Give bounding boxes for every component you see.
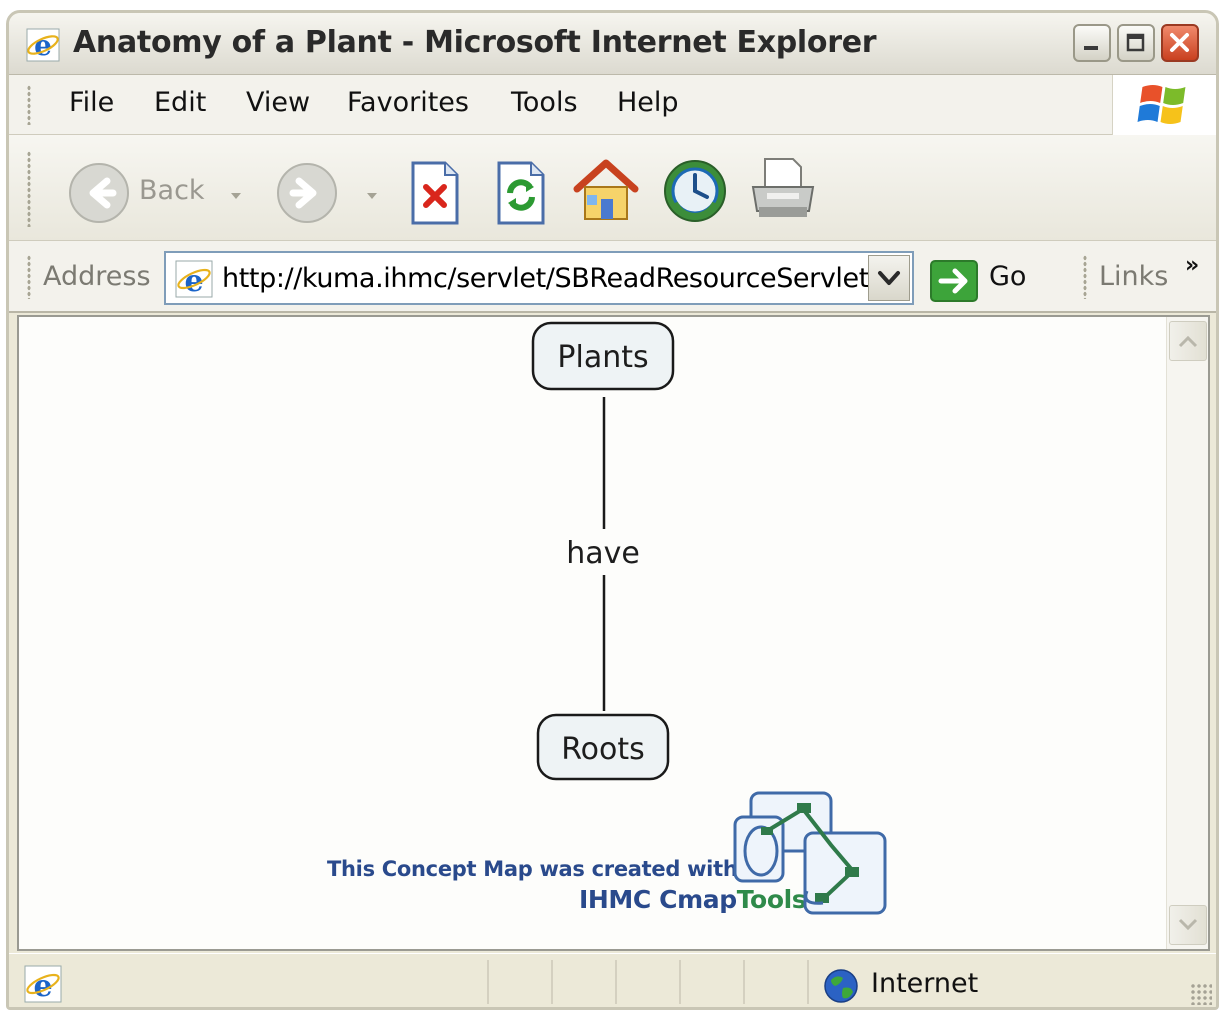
- menu-grip[interactable]: [27, 85, 31, 125]
- links-chevron-button[interactable]: »: [1185, 253, 1199, 278]
- concept-label-roots: Roots: [561, 732, 645, 767]
- menu-edit[interactable]: Edit: [154, 87, 206, 118]
- credit-text: This Concept Map was created with: [327, 857, 738, 881]
- status-bar: e Internet: [9, 953, 1216, 1007]
- credit-brand-name: IHMC Cmap: [579, 885, 737, 914]
- address-dropdown-button[interactable]: [868, 255, 910, 301]
- close-icon: [1170, 33, 1189, 52]
- page-status-icon: e: [24, 965, 62, 1004]
- scroll-up-button[interactable]: [1169, 321, 1207, 361]
- chevron-down-icon: [1178, 918, 1198, 931]
- title-bar[interactable]: e Anatomy of a Plant - Microsoft Interne…: [9, 13, 1216, 75]
- window-title: Anatomy of a Plant - Microsoft Internet …: [73, 25, 877, 60]
- cmaptools-logo-icon[interactable]: [731, 787, 891, 917]
- ie-icon: e: [26, 28, 60, 62]
- address-url[interactable]: http://kuma.ihmc/servlet/SBReadResourceS…: [222, 263, 869, 294]
- links-grip[interactable]: [1083, 255, 1087, 299]
- concept-node-roots[interactable]: Roots: [536, 713, 670, 781]
- standard-toolbar: Back: [9, 135, 1216, 241]
- minimize-button[interactable]: [1073, 24, 1111, 62]
- address-label: Address: [43, 261, 151, 292]
- concept-node-plants[interactable]: Plants: [531, 321, 675, 391]
- chevron-up-icon: [1178, 335, 1198, 348]
- back-icon[interactable]: [67, 161, 131, 225]
- menu-help[interactable]: Help: [617, 87, 679, 118]
- links-button[interactable]: Links: [1099, 261, 1168, 292]
- resize-grip[interactable]: [1190, 983, 1212, 1005]
- back-dropdown-arrow-icon[interactable]: [231, 193, 241, 199]
- status-pane-divider: [551, 960, 553, 1004]
- windows-logo-icon: [1137, 85, 1186, 124]
- refresh-icon[interactable]: [493, 159, 549, 227]
- status-pane-divider: [807, 960, 809, 1004]
- page-content: Plants have Roots This Concept Map was c…: [17, 315, 1210, 951]
- stop-icon[interactable]: [407, 159, 463, 227]
- scroll-down-button[interactable]: [1169, 905, 1207, 945]
- menu-file[interactable]: File: [69, 87, 114, 118]
- linking-phrase[interactable]: have: [566, 536, 640, 571]
- forward-dropdown-arrow-icon[interactable]: [367, 193, 377, 199]
- back-label[interactable]: Back: [139, 175, 205, 206]
- go-button[interactable]: Go: [989, 261, 1026, 292]
- windows-logo-area: [1112, 75, 1216, 135]
- minimize-icon: [1084, 46, 1098, 50]
- page-ie-icon: e: [175, 260, 213, 299]
- status-pane-divider: [487, 960, 489, 1004]
- menu-bar: File Edit View Favorites Tools Help: [9, 75, 1216, 135]
- menu-favorites[interactable]: Favorites: [347, 87, 469, 118]
- vertical-scrollbar[interactable]: [1166, 317, 1208, 949]
- home-icon[interactable]: [571, 155, 641, 225]
- go-arrow-icon[interactable]: [929, 259, 979, 303]
- close-button[interactable]: [1161, 24, 1199, 62]
- forward-icon[interactable]: [275, 161, 339, 225]
- status-pane-divider: [679, 960, 681, 1004]
- status-pane-divider: [743, 960, 745, 1004]
- chevron-down-icon: [878, 271, 900, 285]
- print-icon[interactable]: [747, 153, 819, 225]
- address-grip[interactable]: [27, 255, 31, 299]
- browser-window: e Anatomy of a Plant - Microsoft Interne…: [6, 10, 1219, 1010]
- svg-text:e: e: [34, 29, 52, 62]
- menu-tools[interactable]: Tools: [511, 87, 578, 118]
- security-zone-label: Internet: [871, 968, 979, 999]
- status-pane-divider: [615, 960, 617, 1004]
- menu-view[interactable]: View: [246, 87, 310, 118]
- maximize-button[interactable]: [1117, 24, 1155, 62]
- media-icon[interactable]: [661, 157, 729, 225]
- address-bar: Address e http://kuma.ihmc/servlet/SBRea…: [9, 241, 1216, 313]
- concept-map: Plants have Roots: [531, 321, 675, 781]
- concept-label-plants: Plants: [557, 340, 648, 375]
- globe-icon: [824, 969, 858, 1003]
- toolbar-grip[interactable]: [27, 151, 31, 227]
- address-input[interactable]: e http://kuma.ihmc/servlet/SBReadResourc…: [164, 251, 914, 305]
- maximize-icon: [1126, 33, 1145, 52]
